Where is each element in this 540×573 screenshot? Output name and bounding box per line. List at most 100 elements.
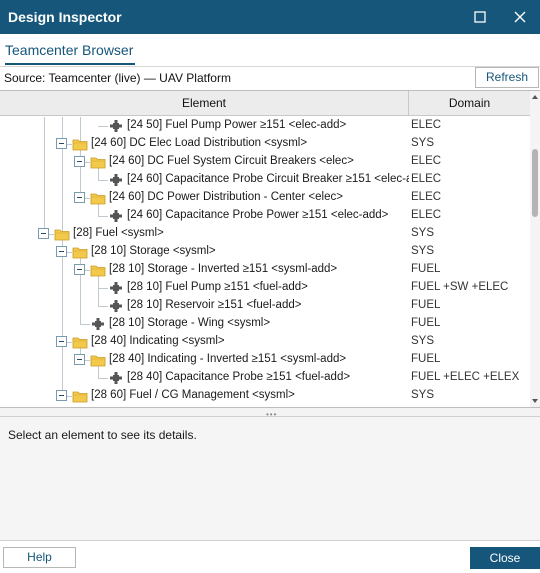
collapse-toggle-icon[interactable] bbox=[74, 264, 85, 275]
tree-row-element[interactable]: [28 10] Fuel Pump ≥151 <fuel-add> FUEL +S… bbox=[0, 279, 530, 297]
element-cell: [28 40] Indicating - Inverted ≥151 <sysm… bbox=[0, 351, 409, 369]
maximize-icon bbox=[474, 11, 486, 23]
folder-icon-wrap bbox=[90, 353, 106, 367]
tree-connector bbox=[98, 378, 108, 379]
tree-row-element[interactable]: [24 60] Capacitance Probe Power ≥151 <el… bbox=[0, 207, 530, 225]
refresh-button[interactable]: Refresh bbox=[475, 67, 539, 88]
pane-splitter[interactable]: ••• bbox=[0, 408, 540, 419]
folder-icon bbox=[54, 229, 70, 241]
scroll-down-arrow-icon[interactable] bbox=[531, 397, 539, 405]
element-icon-wrap bbox=[108, 281, 124, 295]
element-cell: [28 10] Storage - Wing <sysml> bbox=[0, 315, 409, 333]
tree-row-element[interactable]: [28 10] Storage - Wing <sysml> FUEL bbox=[0, 315, 530, 333]
tree-connector bbox=[80, 324, 90, 325]
tab-teamcenter-browser[interactable]: Teamcenter Browser bbox=[5, 42, 133, 58]
source-label: Source: Teamcenter (live) — UAV Platform bbox=[4, 71, 231, 85]
folder-icon bbox=[72, 247, 88, 259]
details-pane: Select an element to see its details. bbox=[0, 416, 540, 541]
domain-cell: ELEC bbox=[411, 191, 442, 203]
element-icon bbox=[110, 120, 122, 132]
domain-cell: FUEL bbox=[411, 299, 441, 311]
collapse-toggle-icon[interactable] bbox=[56, 390, 67, 401]
element-label: [24 60] DC Elec Load Distribution <sysml… bbox=[91, 137, 308, 149]
element-label: [24 60] Capacitance Probe Power ≥151 <el… bbox=[127, 209, 389, 221]
tree-row-folder[interactable]: [24 60] DC Power Distribution - Center <… bbox=[0, 189, 530, 207]
title-bar: Design Inspector bbox=[0, 0, 540, 34]
element-icon-wrap bbox=[108, 119, 124, 133]
tree-row-element[interactable]: [24 50] Fuel Pump Power ≥151 <elec-add> E… bbox=[0, 117, 530, 135]
scroll-up-arrow-icon[interactable] bbox=[531, 93, 539, 101]
folder-icon-wrap bbox=[90, 191, 106, 205]
column-header-domain[interactable]: Domain bbox=[409, 91, 530, 115]
tree-row-folder[interactable]: [28] Fuel <sysml> SYS bbox=[0, 225, 530, 243]
domain-cell: SYS bbox=[411, 389, 435, 401]
collapse-toggle-icon[interactable] bbox=[74, 354, 85, 365]
tree-rows: [24 50] Fuel Pump Power ≥151 <elec-add> E… bbox=[0, 116, 530, 407]
element-cell: [28 10] Fuel Pump ≥151 <fuel-add> bbox=[0, 279, 409, 297]
dialog-footer: Help Close bbox=[0, 541, 540, 573]
folder-icon-wrap bbox=[72, 335, 88, 349]
folder-icon bbox=[72, 337, 88, 349]
element-label: [28 40] Indicating - Inverted ≥151 <sysm… bbox=[109, 353, 347, 365]
domain-cell: FUEL +SW +ELEC bbox=[411, 281, 509, 293]
collapse-toggle-icon[interactable] bbox=[38, 228, 49, 239]
vertical-scrollbar[interactable] bbox=[530, 91, 540, 407]
tree-row-folder[interactable]: [24 60] DC Elec Load Distribution <sysml… bbox=[0, 135, 530, 153]
tree-row-element[interactable]: [28 10] Reservoir ≥151 <fuel-add> FUEL bbox=[0, 297, 530, 315]
element-label: [24 60] Capacitance Probe Circuit Breake… bbox=[127, 173, 409, 185]
tree-row-folder[interactable]: [28 10] Storage <sysml> SYS bbox=[0, 243, 530, 261]
collapse-toggle-icon[interactable] bbox=[56, 138, 67, 149]
domain-cell: FUEL bbox=[411, 317, 441, 329]
collapse-toggle-icon[interactable] bbox=[56, 246, 67, 257]
element-tree-grid: Element Domain [24 50] Fuel Pump Power ≥… bbox=[0, 90, 540, 408]
close-window-button[interactable] bbox=[500, 0, 540, 34]
element-cell: [24 60] DC Power Distribution - Center <… bbox=[0, 189, 409, 207]
maximize-button[interactable] bbox=[460, 0, 500, 34]
close-button[interactable]: Close bbox=[470, 547, 540, 569]
folder-icon-wrap bbox=[72, 245, 88, 259]
folder-icon bbox=[90, 355, 106, 367]
collapse-toggle-icon[interactable] bbox=[56, 336, 67, 347]
element-label: [28 40] Capacitance Probe ≥151 <fuel-add… bbox=[127, 371, 351, 383]
tree-row-folder[interactable]: [28 40] Indicating - Inverted ≥151 <sysm… bbox=[0, 351, 530, 369]
domain-cell: FUEL bbox=[411, 353, 441, 365]
tree-row-folder[interactable]: [24 60] DC Fuel System Circuit Breakers … bbox=[0, 153, 530, 171]
element-icon-wrap bbox=[108, 371, 124, 385]
tab-strip: Teamcenter Browser bbox=[0, 34, 540, 68]
window-title: Design Inspector bbox=[8, 9, 122, 25]
element-cell: [24 60] DC Elec Load Distribution <sysml… bbox=[0, 135, 409, 153]
element-label: [28 10] Storage - Inverted ≥151 <sysml-a… bbox=[109, 263, 338, 275]
domain-cell: SYS bbox=[411, 227, 435, 239]
element-icon-wrap bbox=[108, 209, 124, 223]
element-cell: [24 60] Capacitance Probe Power ≥151 <el… bbox=[0, 207, 409, 225]
tree-row-element[interactable]: [24 60] Capacitance Probe Circuit Breake… bbox=[0, 171, 530, 189]
tree-row-element[interactable]: [28 40] Capacitance Probe ≥151 <fuel-add… bbox=[0, 369, 530, 387]
tree-connector bbox=[98, 180, 108, 181]
domain-cell: ELEC bbox=[411, 173, 442, 185]
domain-cell: FUEL +ELEC +ELEX bbox=[411, 371, 520, 383]
collapse-toggle-icon[interactable] bbox=[74, 192, 85, 203]
column-header-element[interactable]: Element bbox=[0, 91, 409, 115]
tree-row-folder[interactable]: [28 60] Fuel / CG Management <sysml> SYS bbox=[0, 387, 530, 405]
tree-row-folder[interactable]: [28 10] Storage - Inverted ≥151 <sysml-a… bbox=[0, 261, 530, 279]
element-icon bbox=[110, 300, 122, 312]
element-label: [28 10] Fuel Pump ≥151 <fuel-add> bbox=[127, 281, 308, 293]
element-label: [28 40] Indicating <sysml> bbox=[91, 335, 225, 347]
tree-row-folder[interactable]: [28 40] Indicating <sysml> SYS bbox=[0, 333, 530, 351]
help-button[interactable]: Help bbox=[3, 547, 76, 568]
domain-cell: SYS bbox=[411, 137, 435, 149]
folder-icon bbox=[72, 391, 88, 403]
tree-connector bbox=[98, 126, 108, 127]
domain-cell: FUEL bbox=[411, 263, 441, 275]
element-cell: [28 40] Capacitance Probe ≥151 <fuel-add… bbox=[0, 369, 409, 387]
element-icon bbox=[110, 174, 122, 186]
domain-cell: ELEC bbox=[411, 119, 442, 131]
element-label: [28] Fuel <sysml> bbox=[73, 227, 164, 239]
scrollbar-thumb[interactable] bbox=[532, 149, 538, 217]
element-icon bbox=[92, 318, 104, 330]
element-cell: [24 60] DC Fuel System Circuit Breakers … bbox=[0, 153, 409, 171]
folder-icon-wrap bbox=[90, 155, 106, 169]
element-label: [28 10] Storage <sysml> bbox=[91, 245, 216, 257]
domain-cell: ELEC bbox=[411, 209, 442, 221]
collapse-toggle-icon[interactable] bbox=[74, 156, 85, 167]
